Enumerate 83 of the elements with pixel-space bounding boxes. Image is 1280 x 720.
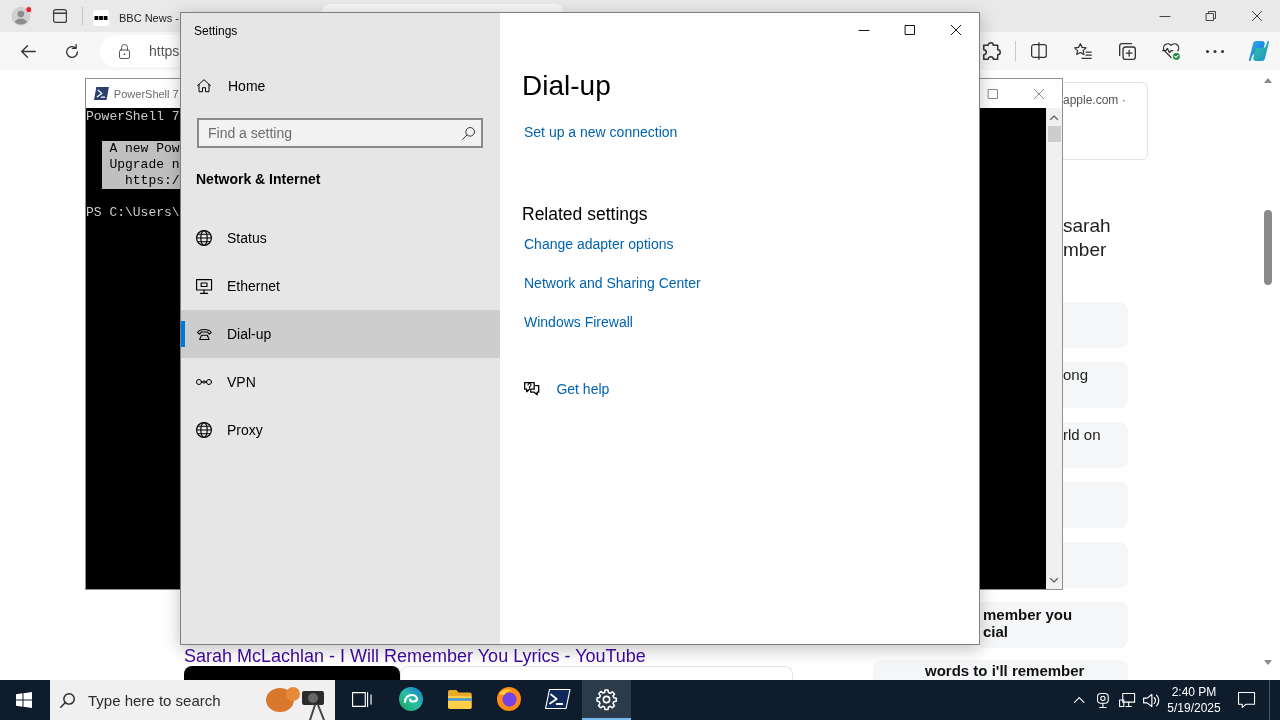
minimize-icon[interactable] — [1160, 15, 1170, 17]
edge-icon — [398, 687, 423, 711]
split-screen-icon[interactable] — [1031, 42, 1047, 60]
help-chat-icon — [524, 382, 540, 396]
search-icon — [60, 692, 75, 708]
scroll-up-icon[interactable] — [1050, 114, 1058, 120]
scroll-thumb[interactable] — [1047, 125, 1061, 142]
console-prompt: PS C:\Users\ — [86, 205, 180, 221]
suggestion-card[interactable]: member you cial — [981, 602, 1128, 648]
settings-nav-item[interactable]: Dial-up — [181, 310, 500, 358]
terminal-logo-icon — [94, 87, 109, 100]
star-list-icon[interactable] — [1074, 43, 1092, 59]
home-nav-item[interactable]: Home — [181, 62, 500, 110]
linked-rings-icon — [196, 379, 212, 385]
refresh-icon[interactable] — [65, 44, 78, 58]
maximize-icon[interactable] — [905, 25, 915, 35]
clock-time[interactable]: 2:40 PM — [1171, 684, 1217, 700]
more-icon[interactable] — [1206, 49, 1224, 53]
task-view-icon — [351, 691, 372, 707]
gear-icon — [596, 688, 617, 710]
settings-nav-item[interactable]: Ethernet — [181, 262, 500, 310]
notification-icon[interactable] — [1238, 692, 1256, 708]
close-icon[interactable] — [1252, 11, 1262, 21]
snippet-text: words to i'll remember — [925, 663, 1085, 679]
window-icon[interactable] — [53, 9, 67, 23]
chevron-up-icon[interactable] — [1073, 697, 1085, 703]
home-icon — [197, 79, 211, 93]
network-icon[interactable] — [1118, 693, 1136, 707]
settings-nav-item[interactable]: Status — [181, 214, 500, 262]
notice-line: Upgrade n — [109, 157, 180, 173]
clock-date[interactable]: 5/19/2025 — [1167, 700, 1221, 716]
browser-tab[interactable]: BBC News - — [88, 4, 180, 32]
firefox-icon — [496, 687, 521, 711]
window-title: Settings — [194, 22, 238, 39]
console-line: PowerShell 7 — [86, 109, 180, 125]
gradient-logo-icon[interactable] — [1249, 41, 1269, 61]
related-settings-link[interactable]: Windows Firewall — [524, 312, 633, 332]
lock-icon[interactable] — [119, 43, 130, 59]
suggestion-card[interactable]: ong — [1063, 362, 1128, 408]
section-heading: Network & Internet — [196, 170, 321, 189]
three-squares-icon — [93, 10, 109, 26]
result-title-link[interactable]: Sarah McLachlan - I Will Remember You Lyrics - YouTube — [184, 646, 646, 666]
suggestion-card[interactable]: rld on — [1063, 422, 1128, 468]
back-arrow-icon[interactable] — [20, 44, 36, 58]
taskbar-app-button[interactable] — [582, 680, 631, 720]
minimize-icon[interactable] — [859, 29, 869, 31]
scroll-up-icon[interactable] — [1264, 78, 1272, 83]
puzzle-icon[interactable] — [983, 42, 1001, 60]
page-title: Dial-up — [522, 69, 611, 103]
monitor-icon — [195, 278, 213, 294]
webcam-icon[interactable] — [1097, 692, 1109, 708]
heart-check-icon[interactable] — [1161, 42, 1181, 60]
scroll-thumb[interactable] — [1264, 210, 1272, 285]
notice-line: https:/ — [124, 173, 180, 189]
folder-icon — [447, 689, 472, 709]
collections-icon[interactable] — [1118, 42, 1136, 60]
search-field[interactable]: Find a setting — [197, 118, 483, 148]
notice-line: A new Pow — [109, 141, 180, 157]
profile-avatar-icon[interactable] — [11, 6, 33, 26]
windows-logo-icon — [16, 692, 32, 708]
related-settings-link[interactable]: Network and Sharing Center — [524, 273, 701, 293]
address-field[interactable]: https — [100, 35, 180, 67]
scroll-down-icon[interactable] — [1050, 578, 1058, 583]
phone-icon — [196, 328, 212, 340]
headline-text: sarah — [1063, 214, 1111, 238]
settings-nav-item[interactable]: Proxy — [181, 406, 500, 454]
section-heading: Related settings — [522, 203, 648, 226]
window-title: PowerShell 7 — [113, 87, 179, 100]
scroll-down-icon[interactable] — [1264, 660, 1272, 665]
close-icon[interactable] — [951, 25, 961, 35]
settings-nav-item[interactable]: VPN — [181, 358, 500, 406]
search-icon[interactable] — [461, 126, 475, 140]
restore-icon[interactable] — [1206, 11, 1216, 21]
headline-text: mber — [1063, 238, 1107, 262]
terminal-icon — [544, 689, 571, 709]
related-settings-link[interactable]: Change adapter options — [524, 234, 674, 254]
taskbar-search-field[interactable]: Type here to search — [50, 680, 335, 720]
globe-icon — [196, 422, 212, 438]
get-help-link[interactable]: Get help — [524, 379, 610, 399]
settings-link[interactable]: Set up a new connection — [524, 122, 678, 142]
source-label: apple.com · — [1063, 92, 1126, 108]
globe-icon — [196, 230, 212, 246]
speaker-icon[interactable] — [1142, 693, 1160, 707]
